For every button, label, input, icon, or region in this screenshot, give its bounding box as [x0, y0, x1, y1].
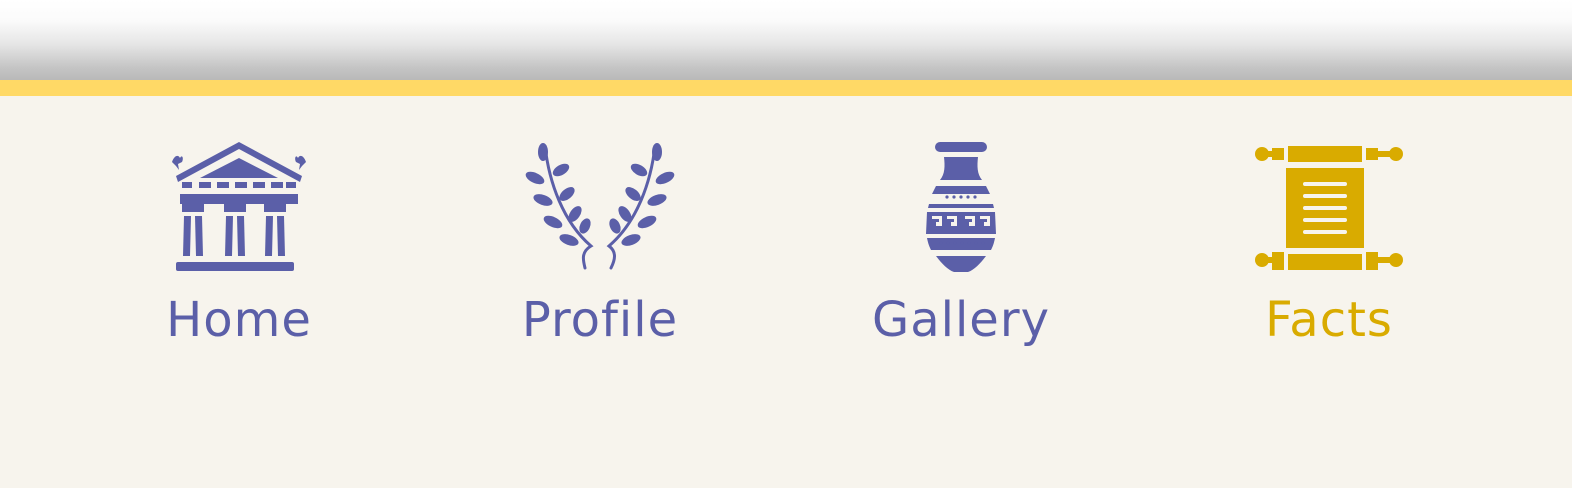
- amphora-vase-icon: [886, 142, 1036, 274]
- nav-item-profile[interactable]: Profile: [480, 142, 720, 362]
- temple-icon: [164, 142, 314, 274]
- scroll-icon: [1254, 142, 1404, 274]
- nav-accent-line: [0, 80, 1572, 96]
- nav-label-home: Home: [166, 292, 312, 348]
- nav-item-home[interactable]: Home: [119, 142, 359, 362]
- nav-label-profile: Profile: [521, 292, 679, 348]
- nav-label-facts: Facts: [1265, 292, 1393, 348]
- nav-item-facts[interactable]: Facts: [1209, 142, 1449, 362]
- nav-label-gallery: Gallery: [872, 292, 1050, 348]
- bottom-navigation-bar: Home Profile Gallery Facts: [0, 80, 1572, 488]
- content-shadow-area: [0, 0, 1572, 80]
- laurel-wreath-icon: [525, 142, 675, 274]
- nav-item-gallery[interactable]: Gallery: [841, 142, 1081, 362]
- app-screen: Home Profile Gallery Facts: [0, 0, 1572, 488]
